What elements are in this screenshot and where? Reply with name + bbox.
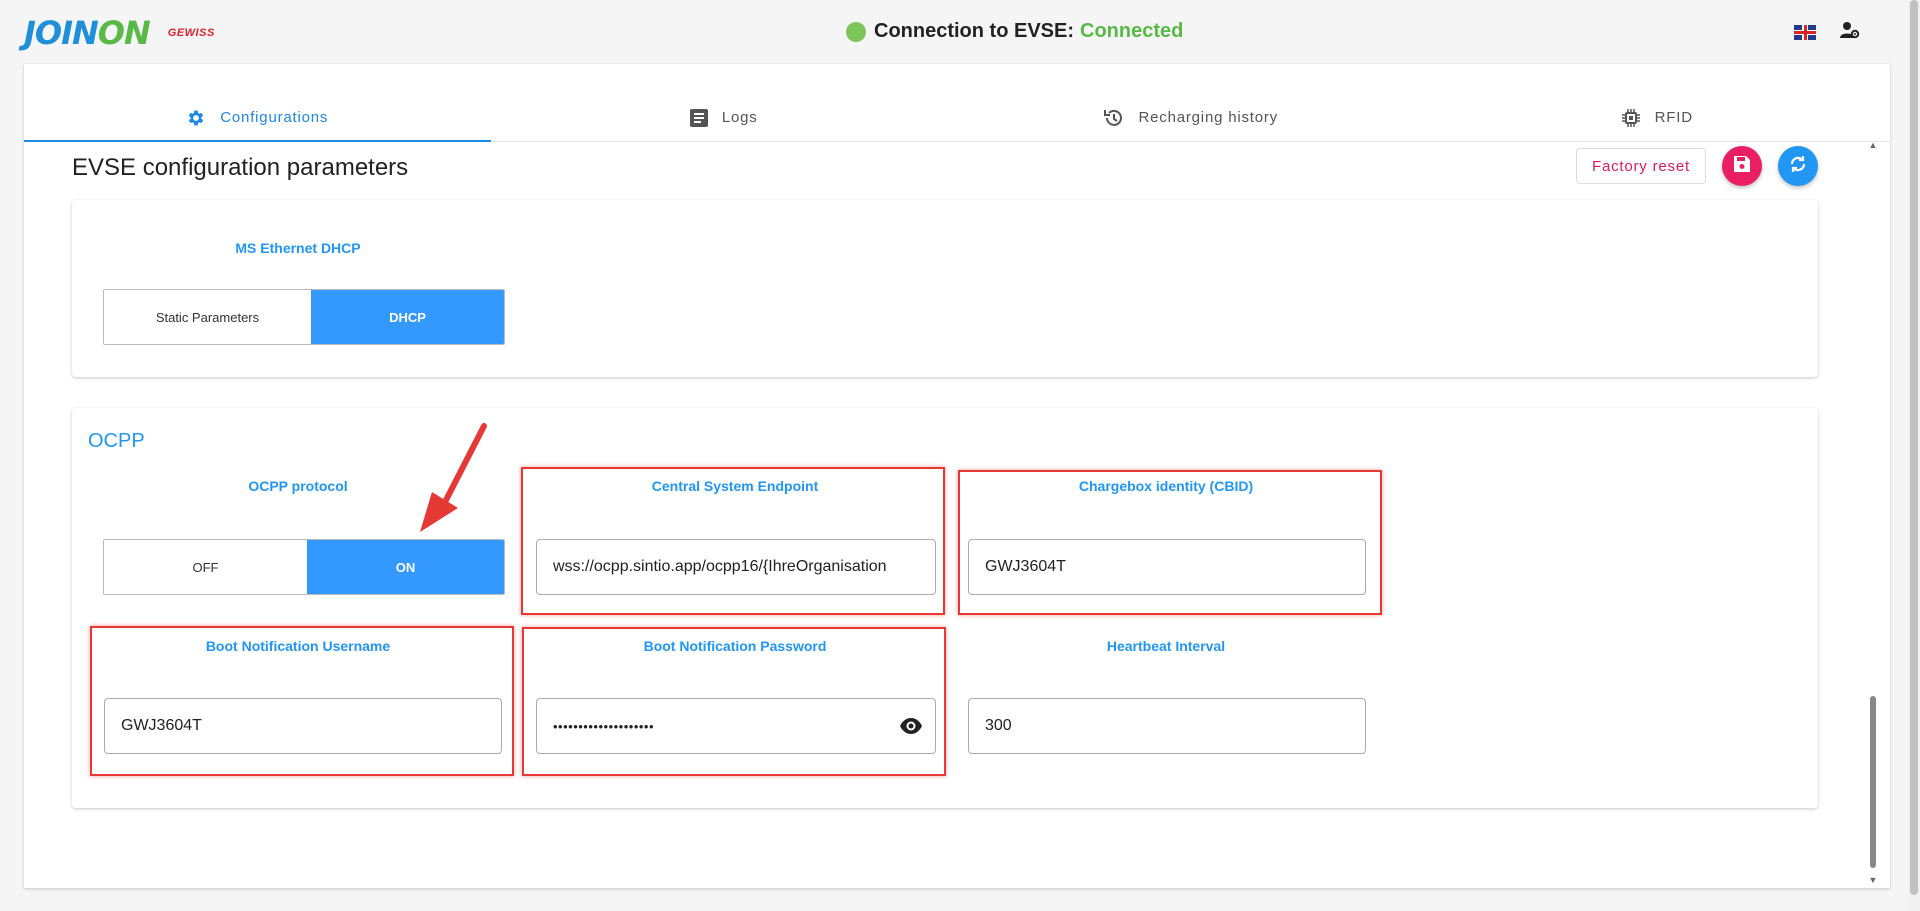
eye-icon[interactable] [899, 716, 923, 739]
ocpp-card: OCPP OCPP protocol OFF ON Central System… [72, 408, 1818, 808]
user-gear-icon[interactable] [1840, 20, 1860, 45]
logo-wordmark: JOINON [24, 14, 151, 52]
factory-reset-button[interactable]: Factory reset [1576, 148, 1706, 184]
sync-button[interactable] [1777, 146, 1818, 186]
static-parameters-option[interactable]: Static Parameters [104, 290, 311, 344]
document-icon [689, 108, 708, 127]
save-icon [1733, 155, 1751, 178]
tab-rfid[interactable]: RFID [1424, 94, 1891, 141]
uk-flag-icon[interactable] [1794, 25, 1816, 40]
status-dot-icon [846, 21, 866, 42]
tab-label: Logs [721, 109, 758, 126]
save-button[interactable] [1721, 146, 1762, 186]
tab-configurations[interactable]: Configurations [24, 94, 491, 142]
tab-recharging-history[interactable]: Recharging history [957, 94, 1424, 141]
tab-logs[interactable]: Logs [491, 94, 958, 141]
password-input[interactable]: •••••••••••••••••••• [536, 698, 936, 754]
central-endpoint-label: Central System Endpoint [651, 478, 819, 494]
password-label: Boot Notification Password [643, 638, 827, 654]
password-value: •••••••••••••••••••• [553, 718, 655, 734]
tab-label: Configurations [220, 109, 329, 126]
chip-icon [1621, 108, 1641, 128]
annotation-arrow-icon [420, 423, 487, 532]
ocpp-off-option[interactable]: OFF [104, 540, 307, 594]
central-endpoint-input[interactable]: wss://ocpp.sintio.app/ocpp16/{IhreOrgani… [536, 539, 936, 595]
ocpp-protocol-toggle: OFF ON [103, 539, 505, 595]
scroll-up-arrow-icon[interactable]: ▲ [1868, 140, 1878, 150]
heartbeat-input[interactable]: 300 [968, 698, 1366, 754]
inner-scrollbar-thumb[interactable] [1870, 696, 1876, 868]
scroll-down-arrow-icon[interactable]: ▼ [1868, 875, 1878, 885]
ocpp-on-option[interactable]: ON [306, 540, 504, 594]
username-label: Boot Notification Username [205, 638, 391, 654]
history-icon [1103, 107, 1125, 129]
page-title: EVSE configuration parameters [72, 154, 409, 181]
brand-logo: JOINON GEWISS [24, 14, 215, 52]
sync-icon [1788, 154, 1808, 179]
tab-label: Recharging history [1138, 109, 1278, 126]
heartbeat-label: Heartbeat Interval [1106, 638, 1226, 654]
logo-sub-brand: GEWISS [167, 27, 215, 39]
connection-status: Connected [1080, 20, 1184, 42]
ethernet-card: MS Ethernet DHCP Static Parameters DHCP [72, 200, 1818, 377]
dhcp-option[interactable]: DHCP [310, 290, 504, 344]
gear-icon [186, 108, 206, 128]
app-header: JOINON GEWISS Connection to EVSE: Connec… [0, 0, 1908, 64]
connection-indicator: Connection to EVSE: Connected [846, 20, 1183, 43]
ethernet-dhcp-label: MS Ethernet DHCP [235, 240, 361, 256]
tab-label: RFID [1654, 109, 1693, 126]
ocpp-section-title: OCPP [88, 430, 145, 452]
username-input[interactable]: GWJ3604T [104, 698, 502, 754]
window-scrollbar-thumb[interactable] [1910, 0, 1918, 895]
cbid-label: Chargebox identity (CBID) [1078, 478, 1254, 494]
main-panel: Configurations Logs Recharging history R… [24, 64, 1890, 888]
connection-label: Connection to EVSE: [874, 20, 1074, 42]
tab-bar: Configurations Logs Recharging history R… [24, 94, 1890, 142]
cbid-input[interactable]: GWJ3604T [968, 539, 1366, 595]
ethernet-dhcp-toggle: Static Parameters DHCP [103, 289, 505, 345]
